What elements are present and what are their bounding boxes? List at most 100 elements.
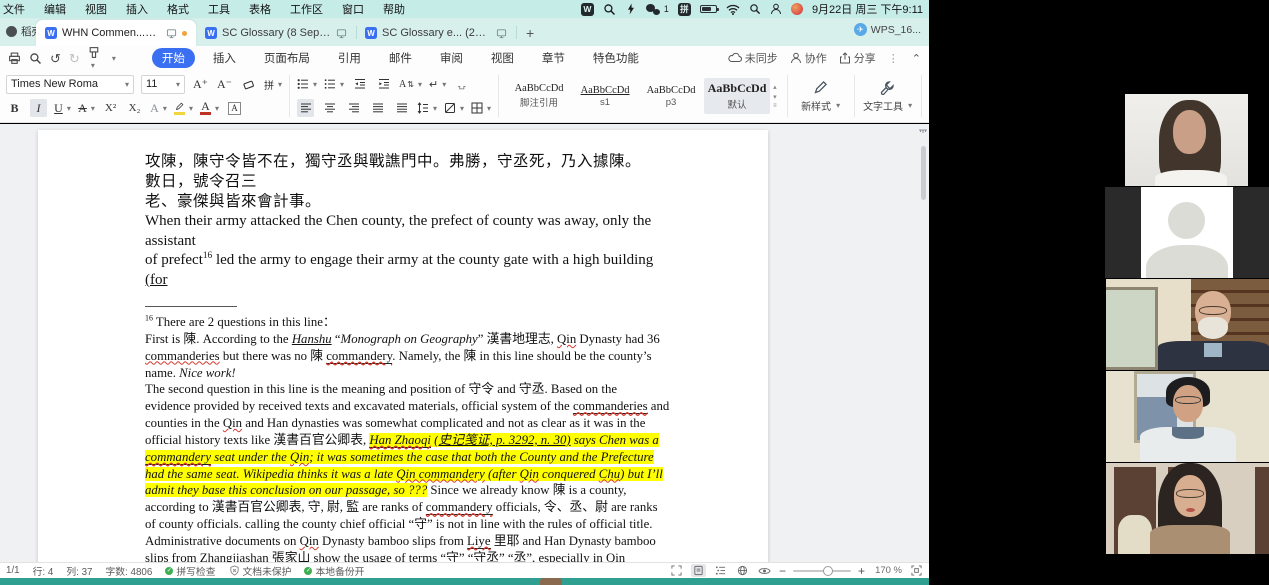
sync-status-button[interactable]: 未同步 <box>728 50 778 66</box>
justify-button[interactable] <box>369 99 386 117</box>
text-effects-button[interactable]: A▾ <box>150 99 167 117</box>
spellcheck-status[interactable]: ✓ 拼写检查 <box>165 564 215 578</box>
participant-video-2-camera-off[interactable] <box>1105 187 1269 278</box>
more-options-button[interactable]: ⋮ <box>888 52 900 65</box>
menu-item[interactable]: 工具 <box>208 1 230 17</box>
zoom-out-button[interactable]: − <box>779 565 786 577</box>
shading-button[interactable]: ▾ <box>444 99 464 117</box>
numbered-list-button[interactable]: ▾ <box>324 75 344 93</box>
zoom-in-button[interactable]: + <box>858 565 865 577</box>
align-left-button[interactable] <box>297 99 314 117</box>
word-count[interactable]: 字数: 4806 <box>105 564 152 578</box>
siri-icon[interactable] <box>791 3 803 15</box>
menu-item[interactable]: 帮助 <box>383 1 405 17</box>
align-center-button[interactable] <box>321 99 338 117</box>
share-button[interactable]: 分享 <box>839 50 876 66</box>
menubar-clock[interactable]: 9月22日 周三 下午9:11 <box>812 1 923 17</box>
distribute-button[interactable] <box>393 99 410 117</box>
ribbon-tab-邮件[interactable]: 邮件 <box>379 48 422 68</box>
font-color-button[interactable]: A▾ <box>200 99 219 117</box>
web-view-button[interactable] <box>735 564 750 577</box>
input-method-icon[interactable]: 拼 <box>678 3 691 16</box>
wechat-icon[interactable] <box>646 2 660 16</box>
zoom-slider-knob[interactable] <box>823 566 833 576</box>
bullet-list-button[interactable]: ▾ <box>297 75 317 93</box>
menu-item[interactable]: 格式 <box>167 1 189 17</box>
collaborate-button[interactable]: 协作 <box>790 50 827 66</box>
spotlight-icon[interactable] <box>749 2 761 16</box>
page-view-button[interactable] <box>691 564 706 577</box>
bold-button[interactable]: B <box>6 99 23 117</box>
participant-video-5[interactable] <box>1106 463 1269 554</box>
underline-button[interactable]: U▾ <box>54 99 71 117</box>
ruler-toggle-icon[interactable] <box>918 127 928 137</box>
decrease-font-button[interactable]: A⁻ <box>216 75 233 93</box>
ribbon-tab-开始[interactable]: 开始 <box>152 48 195 68</box>
style-item[interactable]: AaBbCcDd默认 <box>704 78 770 114</box>
eye-protection-button[interactable] <box>757 564 772 577</box>
fullscreen-button[interactable] <box>669 564 684 577</box>
ribbon-tab-插入[interactable]: 插入 <box>203 48 246 68</box>
style-item[interactable]: AaBbCcDd脚注引用 <box>506 78 572 114</box>
subscript-button[interactable]: X₂ <box>126 99 143 117</box>
menu-item[interactable]: 视图 <box>85 1 107 17</box>
document-tab[interactable]: WSC Glossary (8 Sept 21).doc <box>196 20 356 46</box>
user-switch-icon[interactable] <box>770 2 782 16</box>
clear-format-button[interactable] <box>240 75 257 93</box>
menu-item[interactable]: 工作区 <box>290 1 323 17</box>
strikethrough-button[interactable]: A▾ <box>78 99 95 117</box>
customize-toolbar-button[interactable]: ▾ <box>112 54 116 63</box>
wifi-icon[interactable] <box>726 2 740 16</box>
outline-view-button[interactable] <box>713 564 728 577</box>
collapse-ribbon-button[interactable]: ⌃ <box>912 52 921 65</box>
format-painter-button[interactable]: ▾ <box>88 46 101 71</box>
participant-video-4[interactable] <box>1106 371 1269 462</box>
zoom-tool-icon[interactable] <box>603 2 616 16</box>
ribbon-tab-页面布局[interactable]: 页面布局 <box>254 48 320 68</box>
show-marks-button[interactable]: ⍽ <box>453 75 470 93</box>
ribbon-tab-审阅[interactable]: 审阅 <box>430 48 473 68</box>
menu-item[interactable]: 表格 <box>249 1 271 17</box>
ribbon-tab-章节[interactable]: 章节 <box>532 48 575 68</box>
character-border-button[interactable]: A <box>226 99 243 117</box>
style-item[interactable]: AaBbCcDds1 <box>572 78 638 114</box>
style-item[interactable]: AaBbCcDdp3 <box>638 78 704 114</box>
zoom-slider[interactable] <box>793 570 851 572</box>
align-right-button[interactable] <box>345 99 362 117</box>
style-gallery-scroll[interactable]: ▴▾≡ <box>770 83 780 109</box>
wrap-mark-button[interactable]: ↵▾ <box>429 75 446 93</box>
zoom-level[interactable]: 170 % <box>872 565 902 576</box>
document-tab[interactable]: WSC Glossary e... (29 June 19) <box>356 20 516 46</box>
decrease-indent-button[interactable] <box>351 75 368 93</box>
italic-button[interactable]: I <box>30 99 47 117</box>
font-size-combo[interactable]: 11▾ <box>141 75 185 94</box>
increase-font-button[interactable]: A⁺ <box>192 75 209 93</box>
ribbon-tab-视图[interactable]: 视图 <box>481 48 524 68</box>
vertical-scrollbar[interactable] <box>918 124 928 562</box>
new-style-button[interactable]: 新样式▾ <box>795 80 847 113</box>
asian-layout-button[interactable]: A⇅▾ <box>399 75 422 93</box>
highlight-color-button[interactable]: ▾ <box>174 99 193 117</box>
ribbon-tab-特色功能[interactable]: 特色功能 <box>583 48 649 68</box>
protection-status[interactable]: 文档未保护 <box>229 564 292 578</box>
redo-button[interactable]: ↻ <box>69 52 80 65</box>
increase-indent-button[interactable] <box>375 75 392 93</box>
document-tab[interactable]: WWHN Commen...nDa Groups <box>36 20 196 46</box>
menu-item[interactable]: 文件 <box>3 1 25 17</box>
user-account[interactable]: ✈ WPS_16... <box>854 23 921 36</box>
line-spacing-button[interactable]: ▾ <box>417 99 437 117</box>
battery-icon[interactable] <box>700 2 717 16</box>
document-page[interactable]: 攻陳，陳守令皆不在，獨守丞與戰譙門中。弗勝，守丞死，乃入據陳。數日，號令召三老、… <box>38 130 768 562</box>
superscript-button[interactable]: X² <box>102 99 119 117</box>
print-preview-button[interactable] <box>29 52 42 65</box>
pinyin-guide-button[interactable]: 拼▾ <box>264 75 282 93</box>
lightning-icon[interactable] <box>625 2 637 16</box>
menu-item[interactable]: 窗口 <box>342 1 364 17</box>
font-name-combo[interactable]: Times New Roma▾ <box>6 75 134 94</box>
menu-item[interactable]: 插入 <box>126 1 148 17</box>
ribbon-tab-引用[interactable]: 引用 <box>328 48 371 68</box>
fit-page-button[interactable] <box>909 564 924 577</box>
participant-video-1[interactable] <box>1125 94 1248 186</box>
undo-button[interactable]: ↺ <box>50 52 61 65</box>
borders-button[interactable]: ▾ <box>471 99 491 117</box>
